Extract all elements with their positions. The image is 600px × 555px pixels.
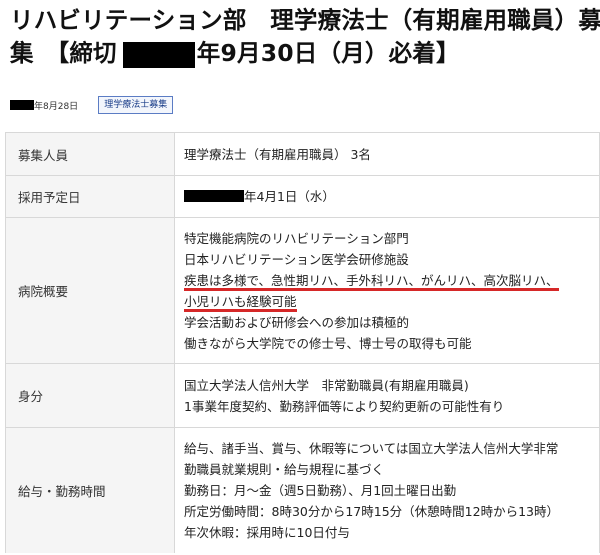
value-line: 特定機能病院のリハビリテーション部門 bbox=[184, 230, 409, 246]
row-value: 年4月1日（水） bbox=[174, 175, 600, 218]
value-line: 勤職員就業規則・給与規程に基づく bbox=[184, 461, 385, 477]
value-line: 給与、諸手当、賞与、休暇等については国立大学法人信州大学非常 bbox=[184, 440, 559, 456]
row-header: 給与・勤務時間 bbox=[5, 427, 175, 553]
start-date: 年4月1日（水） bbox=[244, 189, 335, 204]
row-value: 給与、諸手当、賞与、休暇等については国立大学法人信州大学非常 勤職員就業規則・給… bbox=[174, 427, 600, 553]
category-tag[interactable]: 理学療法士募集 bbox=[98, 96, 174, 114]
table-row: 身分 国立大学法人信州大学 非常勤職員(有期雇用職員) 1事業年度契約、勤務評価… bbox=[5, 363, 600, 428]
value-line: 疾患は多様で、急性期リハ、手外科リハ、がんリハ、高次脳リハ、 bbox=[184, 270, 599, 291]
row-header: 採用予定日 bbox=[5, 175, 175, 218]
redacted-year bbox=[122, 41, 195, 68]
table-row: 病院概要 特定機能病院のリハビリテーション部門 日本リハビリテーション医学会研修… bbox=[5, 217, 600, 364]
value-line: 所定労働時間：8時30分から17時15分（休憩時間12時から13時） bbox=[184, 503, 559, 519]
row-header: 病院概要 bbox=[5, 217, 175, 364]
title-line-1: リハビリテーション部 理学療法士（有期雇用職員）募 bbox=[10, 6, 600, 34]
job-details-table: 募集人員 理学療法士（有期雇用職員） 3名 採用予定日 年4月1日（水） 病院概… bbox=[5, 132, 600, 553]
highlighted-text: 疾患は多様で、急性期リハ、手外科リハ、がんリハ、高次脳リハ、 bbox=[184, 272, 559, 291]
table-row: 採用予定日 年4月1日（水） bbox=[5, 175, 600, 218]
redacted-year bbox=[184, 190, 244, 202]
title-prefix: 集 【締切 bbox=[10, 39, 117, 67]
page-title: リハビリテーション部 理学療法士（有期雇用職員）募 集 【締切 年9月30日（月）… bbox=[10, 4, 600, 70]
value-line: 1事業年度契約、勤務評価等により契約更新の可能性有り bbox=[184, 398, 505, 414]
title-line-2: 集 【締切 年9月30日（月）必着】 bbox=[10, 37, 595, 70]
value-line: 勤務日：月～金（週5日勤務）、月1回土曜日出勤 bbox=[184, 482, 457, 498]
value-line: 小児リハも経験可能 bbox=[184, 291, 599, 312]
post-meta: 年8月28日 理学療法士募集 bbox=[10, 96, 174, 114]
redacted-year bbox=[10, 100, 34, 110]
row-value: 理学療法士（有期雇用職員） 3名 bbox=[174, 132, 600, 176]
value-line: 働きながら大学院での修士号、博士号の取得も可能 bbox=[184, 335, 472, 351]
value-line: 学会活動および研修会への参加は積極的 bbox=[184, 314, 410, 330]
value-line: 日本リハビリテーション医学会研修施設 bbox=[184, 251, 409, 267]
value-line: 年4月1日（水） bbox=[184, 186, 599, 207]
title-suffix: 年9月30日（月）必着】 bbox=[196, 39, 460, 67]
row-value: 国立大学法人信州大学 非常勤職員(有期雇用職員) 1事業年度契約、勤務評価等によ… bbox=[174, 363, 600, 428]
row-value: 特定機能病院のリハビリテーション部門 日本リハビリテーション医学会研修施設 疾患… bbox=[174, 217, 600, 364]
row-header: 募集人員 bbox=[5, 132, 175, 176]
highlighted-text: 小児リハも経験可能 bbox=[184, 293, 297, 312]
post-date: 年8月28日 bbox=[34, 101, 79, 112]
value-line: 年次休暇：採用時に10日付与 bbox=[184, 524, 350, 540]
table-row: 給与・勤務時間 給与、諸手当、賞与、休暇等については国立大学法人信州大学非常 勤… bbox=[5, 427, 600, 553]
value-line: 国立大学法人信州大学 非常勤職員(有期雇用職員) bbox=[184, 377, 469, 393]
table-row: 募集人員 理学療法士（有期雇用職員） 3名 bbox=[5, 132, 600, 176]
row-header: 身分 bbox=[5, 363, 175, 428]
value-line: 理学療法士（有期雇用職員） 3名 bbox=[184, 146, 371, 162]
